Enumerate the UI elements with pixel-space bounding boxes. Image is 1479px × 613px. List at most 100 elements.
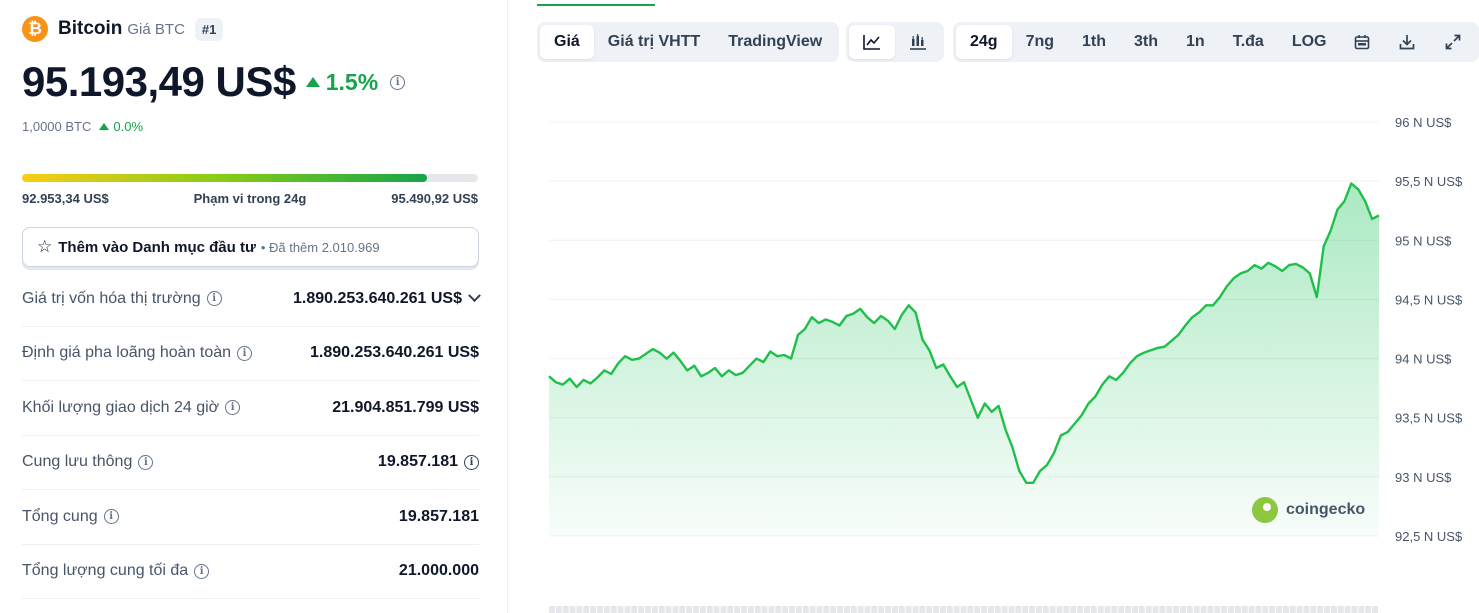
- stat-label: Khối lượng giao dịch 24 giờ i: [22, 398, 241, 417]
- coin-summary-panel: ₿ Bitcoin Giá BTC #1 95.193,49 US$ 1.5% …: [0, 0, 500, 613]
- btc-change-pct: 0.0%: [113, 119, 144, 134]
- volume-bar: [926, 606, 933, 613]
- info-icon[interactable]: i: [464, 454, 479, 470]
- stat-label: Giá trị vốn hóa thị trường i: [22, 290, 222, 308]
- volume-bar: [768, 606, 775, 613]
- volume-bar: [1303, 606, 1310, 613]
- volume-bar: [761, 606, 768, 613]
- stat-value: 21.904.851.799 US$: [332, 399, 479, 417]
- volume-bar: [665, 606, 672, 613]
- range-low: 92.953,34 US$: [22, 191, 109, 206]
- volume-bar: [562, 606, 569, 613]
- volume-bar: [864, 606, 871, 613]
- info-icon[interactable]: i: [225, 400, 241, 416]
- info-icon[interactable]: i: [390, 74, 406, 90]
- volume-bar: [960, 606, 967, 613]
- info-icon[interactable]: i: [103, 509, 119, 525]
- stat-label-text: Giá trị vốn hóa thị trường: [22, 289, 201, 307]
- stat-label-text: Tổng cung: [22, 507, 98, 525]
- line-chart-button[interactable]: [849, 25, 895, 59]
- volume-bar: [1255, 606, 1262, 613]
- volume-bar: [624, 606, 631, 613]
- volume-bar: [1248, 606, 1255, 613]
- volume-bar: [645, 606, 651, 613]
- stat-label-text: Khối lượng giao dịch 24 giờ: [22, 398, 220, 416]
- volume-bar: [1084, 606, 1090, 613]
- tab-market-cap[interactable]: Giá trị VHTT: [594, 25, 714, 59]
- info-icon[interactable]: i: [138, 454, 154, 470]
- tab-period-1m[interactable]: 1th: [1068, 25, 1120, 59]
- volume-bar: [795, 606, 802, 613]
- volume-bar: [1235, 606, 1241, 613]
- volume-bar: [1077, 606, 1084, 613]
- volume-bar: [603, 606, 610, 613]
- tab-price[interactable]: Giá: [540, 25, 594, 59]
- volume-bar: [672, 606, 679, 613]
- tab-log-scale[interactable]: LOG: [1278, 25, 1341, 59]
- btc-conversion-row: 1,0000 BTC 0.0%: [22, 119, 143, 134]
- range-label: Phạm vi trong 24g: [193, 191, 307, 206]
- volume-bar: [878, 606, 885, 613]
- fullscreen-button[interactable]: [1431, 25, 1476, 59]
- range-24h-labels: 92.953,34 US$ Phạm vi trong 24g 95.490,9…: [22, 191, 478, 206]
- volume-bar: [1351, 606, 1358, 613]
- chevron-down-icon[interactable]: [468, 289, 481, 303]
- caret-up-icon: [305, 77, 320, 87]
- info-icon[interactable]: i: [237, 345, 253, 361]
- volume-bar: [802, 606, 809, 613]
- volume-bar: [1138, 606, 1145, 613]
- volume-bar: [946, 606, 953, 613]
- volume-bar: [940, 606, 946, 613]
- range-24h-bar: [22, 174, 478, 182]
- volume-bar: [1241, 606, 1248, 613]
- download-button[interactable]: [1384, 25, 1431, 59]
- period-tabs: 24g 7ng 1th 3th 1n T.đa LOG: [953, 22, 1479, 62]
- volume-bar: [974, 606, 981, 613]
- volume-bar: [1097, 606, 1104, 613]
- tab-period-7d[interactable]: 7ng: [1012, 25, 1068, 59]
- volume-bar: [919, 606, 926, 613]
- info-icon[interactable]: i: [194, 563, 210, 579]
- volume-bar: [1344, 606, 1351, 613]
- info-icon[interactable]: i: [206, 291, 222, 307]
- add-to-portfolio-button[interactable]: ☆ Thêm vào Danh mục đầu tư • Đã thêm 2.0…: [22, 227, 479, 267]
- stat-row[interactable]: Giá trị vốn hóa thị trường i 1.890.253.640…: [22, 272, 481, 327]
- volume-bar: [741, 606, 747, 613]
- tab-tradingview[interactable]: TradingView: [714, 25, 836, 59]
- volume-bar: [933, 606, 939, 613]
- volume-bar: [590, 606, 597, 613]
- y-axis-tick-label: 95,5 N US$: [1395, 174, 1463, 189]
- volume-bar: [679, 606, 686, 613]
- rank-badge: #1: [194, 17, 224, 41]
- volume-bar: [747, 606, 754, 613]
- volume-bar: [583, 606, 590, 613]
- volume-bar: [1296, 606, 1303, 613]
- tab-period-max[interactable]: T.đa: [1219, 25, 1278, 59]
- price-chart[interactable]: 96 N US$ 95,5 N US$ 95 N US$ 94,5 N US$ 94 N…: [520, 80, 1479, 613]
- volume-bar: [576, 606, 583, 613]
- y-axis-tick-label: 95 N US$: [1395, 233, 1452, 248]
- stat-row: Khối lượng giao dịch 24 giờ i 21.904.851.7…: [22, 381, 479, 436]
- tab-period-24h[interactable]: 24g: [956, 25, 1012, 59]
- price-chart-svg: 96 N US$ 95,5 N US$ 95 N US$ 94,5 N US$ 94 N…: [548, 115, 1463, 613]
- y-axis-tick-label: 92,5 N US$: [1395, 529, 1463, 544]
- volume-bar: [830, 606, 837, 613]
- stat-label: Định giá pha loãng hoàn toàn i: [22, 344, 253, 362]
- tab-period-1y[interactable]: 1n: [1172, 25, 1219, 59]
- stat-value-text: 21.000.000: [398, 562, 479, 580]
- volume-bar: [892, 606, 898, 613]
- candlestick-button[interactable]: [895, 25, 941, 59]
- price-area-fill: [549, 183, 1379, 536]
- volume-bar: [1001, 606, 1008, 613]
- fullscreen-icon: [1446, 34, 1461, 50]
- panel-divider: [507, 0, 508, 613]
- chart-type-tabs: [846, 22, 944, 62]
- stat-label-text: Tổng lượng cung tối đa: [22, 562, 189, 580]
- volume-bar: [1173, 606, 1180, 613]
- volume-bar: [1152, 606, 1159, 613]
- y-axis-tick-label: 93 N US$: [1395, 470, 1452, 485]
- calendar-button[interactable]: [1341, 25, 1384, 59]
- volume-bar: [1049, 606, 1056, 613]
- bitcoin-logo-icon: ₿: [22, 16, 48, 42]
- tab-period-3m[interactable]: 3th: [1120, 25, 1172, 59]
